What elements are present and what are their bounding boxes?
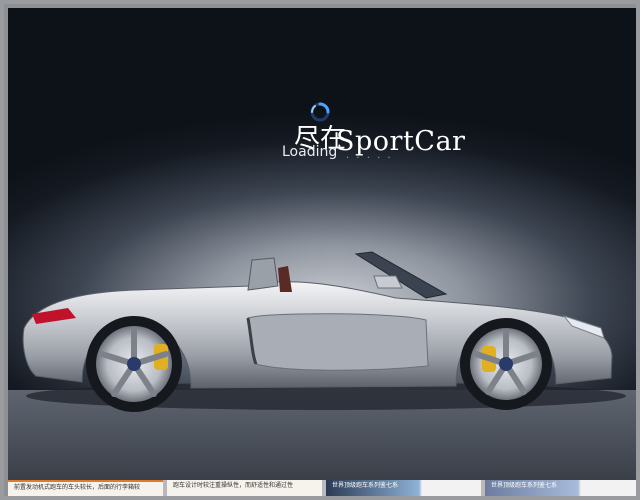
loading-label: Loading: [282, 144, 338, 160]
thumbnail-text: 前置发动机式跑车的车头较长，后面的行李箱较: [14, 484, 141, 491]
thumbnail-4[interactable]: 世界顶级跑车系列鉴七系: [485, 480, 636, 496]
slide-frame: 尽在 SportCar Loading . . . . . 前置发动机式跑车的车…: [0, 0, 640, 500]
thumbnail-2[interactable]: 跑车设计时较注重操纵性，而舒适性和通过性: [167, 480, 322, 496]
thumbnail-1[interactable]: 前置发动机式跑车的车头较长，后面的行李箱较: [8, 480, 163, 496]
thumbnail-text: 世界顶级跑车系列鉴七系: [491, 482, 558, 489]
thumbnail-text: 跑车设计时较注重操纵性，而舒适性和通过性: [173, 482, 294, 489]
slide-thumbnail-strip: 前置发动机式跑车的车头较长，后面的行李箱较 跑车设计时较注重操纵性，而舒适性和通…: [8, 480, 636, 496]
car-image: [22, 251, 626, 412]
splash-stage: 尽在 SportCar Loading . . . . .: [8, 8, 636, 480]
thumbnail-text: 世界顶级跑车系列鉴七系: [332, 482, 399, 489]
loading-dots: . . . . .: [346, 150, 393, 161]
thumbnail-3[interactable]: 世界顶级跑车系列鉴七系: [326, 480, 481, 496]
